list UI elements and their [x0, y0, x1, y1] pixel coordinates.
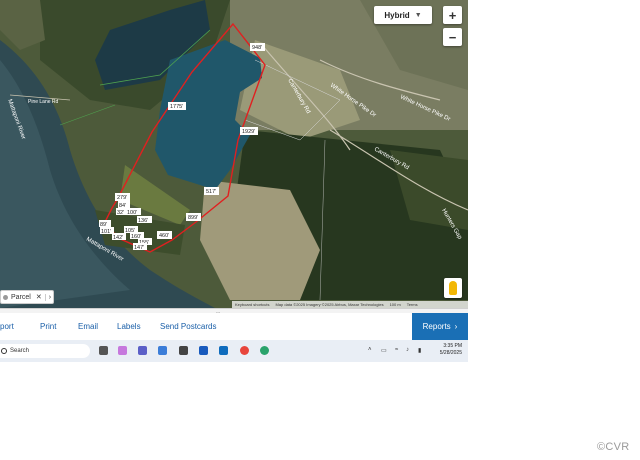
map-data-text: Map data ©2025 Imagery ©2025 Airbus, Max…	[275, 302, 384, 307]
parcel-chip[interactable]: Parcel ✕ ›	[0, 290, 54, 304]
wifi-icon[interactable]: ≈	[395, 347, 398, 353]
satellite-map[interactable]: Canterbury Rd White Horse Pike Dr White …	[0, 0, 468, 308]
map-attribution: Keyboard shortcuts Map data ©2025 Imager…	[232, 301, 468, 308]
keyboard-shortcuts-link[interactable]: Keyboard shortcuts	[235, 302, 269, 307]
chevron-up-icon[interactable]: ˄	[368, 347, 372, 353]
calendar-icon[interactable]	[179, 346, 188, 355]
clock-time: 3:35 PM	[443, 343, 462, 349]
street-view-pegman-icon[interactable]	[444, 278, 462, 298]
email-link[interactable]: Email	[78, 322, 98, 331]
taskbar-clock[interactable]: 3:35 PM 5/28/2025	[432, 343, 462, 357]
terms-link[interactable]: Terms	[407, 302, 418, 307]
close-icon[interactable]: ✕	[36, 293, 42, 301]
outlook-icon[interactable]	[219, 346, 228, 355]
parcel-chip-label: Parcel	[11, 293, 31, 301]
task-view-icon[interactable]	[99, 346, 108, 355]
clock-date: 5/28/2025	[439, 350, 462, 356]
battery-icon[interactable]: ▮	[418, 347, 421, 354]
chevron-right-icon[interactable]: ›	[44, 293, 51, 301]
send-postcards-link[interactable]: Send Postcards	[160, 322, 216, 331]
chevron-down-icon: ▼	[414, 11, 422, 19]
parcel-dot-icon	[3, 294, 8, 300]
scale-text: 100 m	[389, 302, 401, 307]
watermark: ©CVR	[597, 441, 630, 453]
reports-label: Reports	[422, 322, 451, 331]
screen: Canterbury Rd White Horse Pike Dr White …	[0, 0, 468, 362]
map-type-label: Hybrid	[384, 10, 410, 20]
taskbar-search-label: Search	[10, 348, 30, 354]
zoom-in-button[interactable]: +	[443, 6, 462, 24]
search-icon	[1, 348, 7, 354]
display-icon[interactable]: ▭	[381, 347, 387, 354]
teams-icon[interactable]	[138, 346, 147, 355]
export-link[interactable]: port	[0, 322, 14, 331]
people-icon[interactable]	[158, 346, 167, 355]
copilot-icon[interactable]	[118, 346, 127, 355]
reports-button[interactable]: Reports ›	[412, 313, 468, 340]
zoom-out-button[interactable]: −	[443, 28, 462, 46]
taskbar-search[interactable]: Search	[0, 344, 90, 358]
print-link[interactable]: Print	[40, 322, 56, 331]
map-type-dropdown[interactable]: Hybrid ▼	[374, 6, 432, 24]
action-bar: port Print Email Labels Send Postcards	[0, 313, 468, 341]
chrome-icon[interactable]	[240, 346, 249, 355]
windows-taskbar: Search ˄ ▭ ≈ ♪ ▮ 3:35 PM 5/28/2025	[0, 340, 468, 362]
word-icon[interactable]	[199, 346, 208, 355]
speaker-icon[interactable]: ♪	[406, 347, 409, 353]
chevron-right-icon: ›	[454, 322, 458, 331]
edge-icon[interactable]	[260, 346, 269, 355]
map-imagery	[0, 0, 468, 308]
labels-link[interactable]: Labels	[117, 322, 141, 331]
